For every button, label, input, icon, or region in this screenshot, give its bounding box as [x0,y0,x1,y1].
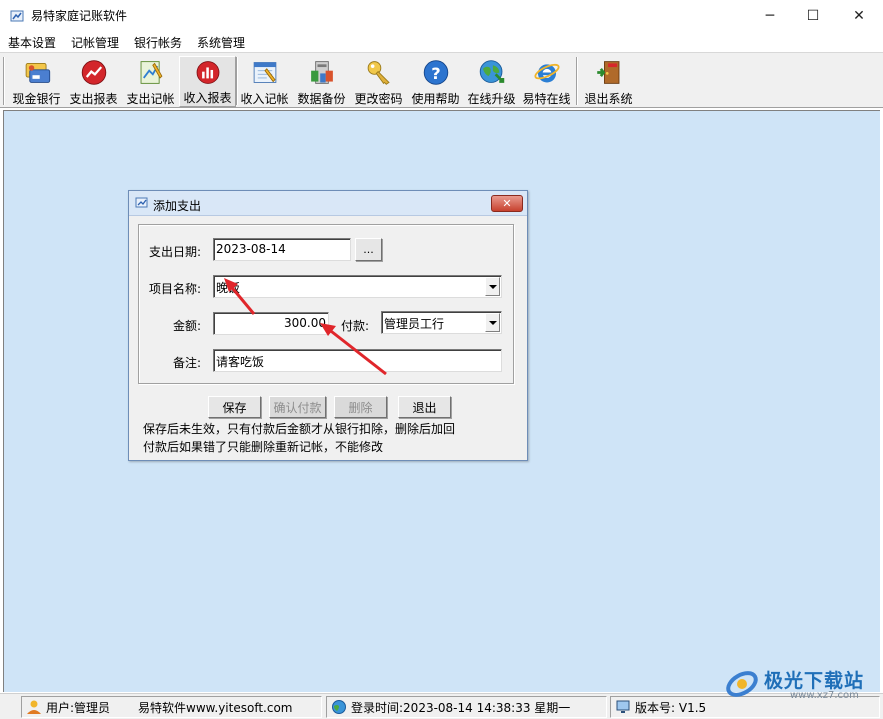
add-expense-dialog: 添加支出 ✕ 支出日期: 2023-08-14 ... 项目名称: 晚饭 金额:… [128,190,528,461]
online-upgrade-icon [479,60,504,83]
menu-bank-accounts[interactable]: 银行帐务 [126,31,189,52]
toolbar-expense-report-button[interactable]: 支出报表 [65,56,122,107]
toolbar-change-password-button[interactable]: 更改密码 [350,56,407,107]
watermark-logo: 极光下载站 www.xz7.com [722,662,878,702]
app-icon [9,8,25,24]
confirm-payment-button[interactable]: 确认付款 [269,396,326,418]
payment-account-combo[interactable]: 管理员工行 [381,311,502,334]
menu-system[interactable]: 系统管理 [189,31,252,52]
toolbar-exit-button[interactable]: 退出系统 [580,56,637,107]
dialog-close-button[interactable]: ✕ [491,195,523,212]
watermark-text: 极光下载站 [764,670,865,692]
date-label: 支出日期: [149,245,202,259]
window-title: 易特家庭记账软件 [31,9,128,23]
item-name-label: 项目名称: [149,282,202,296]
payment-account-value: 管理员工行 [384,317,445,331]
toolbar-separator [3,57,5,105]
toolbar: 现金银行 支出报表 支出记帐 收入报表 收入记帐 数据备份 更改密码 ? 使用帮… [0,52,883,108]
status-version: 版本号: V1.5 [635,700,707,715]
status-login-time: 登录时间:2023-08-14 14:38:33 星期一 [351,700,571,715]
change-password-icon [367,61,390,85]
income-entry-icon [253,62,276,83]
delete-button[interactable]: 删除 [334,396,387,418]
note-line-2: 付款后如果错了只能删除重新记帐，不能修改 [143,440,384,454]
toolbar-expense-entry-button[interactable]: 支出记帐 [122,56,179,107]
close-window-button[interactable]: ✕ [836,0,882,31]
ie-browser-icon [533,63,560,83]
cash-bank-icon [25,62,50,83]
toolbar-help-button[interactable]: ? 使用帮助 [407,56,464,107]
dialog-title-bar: 添加支出 ✕ [129,191,527,216]
memo-label: 备注: [173,356,202,370]
menu-bar: 基本设置 记帐管理 银行帐务 系统管理 [0,31,883,52]
menu-basic-settings[interactable]: 基本设置 [0,31,63,52]
minimize-button[interactable]: ─ [747,0,793,31]
help-icon: ? [423,60,448,85]
expense-entry-icon [140,61,162,84]
exit-icon [596,61,619,84]
user-icon [27,700,41,714]
status-website: 易特软件www.yitesoft.com [138,700,293,715]
expense-report-icon [81,60,106,85]
dialog-title: 添加支出 [153,199,202,213]
chevron-down-icon[interactable] [485,313,500,332]
expense-form-group: 支出日期: 2023-08-14 ... 项目名称: 晚饭 金额: 300.00… [138,224,514,384]
amount-field[interactable]: 300.00 [213,312,329,335]
status-login-panel: 登录时间:2023-08-14 14:38:33 星期一 [326,696,607,718]
chevron-down-icon[interactable] [485,277,500,296]
globe-icon [332,700,346,714]
title-bar: 易特家庭记账软件 ─ ☐ ✕ [0,0,883,31]
watermark-sub: www.xz7.com [790,690,859,701]
status-user: 用户:管理员 [46,700,111,715]
date-picker-button[interactable]: ... [355,238,382,261]
toolbar-data-backup-button[interactable]: 数据备份 [293,56,350,107]
memo-field[interactable]: 请客吃饭 [213,349,502,372]
amount-label: 金额: [173,319,202,333]
save-button[interactable]: 保存 [208,396,261,418]
income-report-icon [196,61,219,84]
toolbar-cash-bank-button[interactable]: 现金银行 [8,56,65,107]
date-field[interactable]: 2023-08-14 [213,238,351,261]
toolbar-separator [576,57,578,105]
toolbar-online-upgrade-button[interactable]: 在线升级 [463,56,520,107]
watermark-logo-icon [726,671,758,697]
item-name-combo[interactable]: 晚饭 [213,275,502,298]
maximize-button[interactable]: ☐ [790,0,836,31]
exit-dialog-button[interactable]: 退出 [398,396,451,418]
toolbar-yite-online-button[interactable]: 易特在线 [518,56,575,107]
data-backup-icon [310,61,333,84]
item-name-value: 晚饭 [216,281,241,295]
toolbar-income-report-button[interactable]: 收入报表 [179,56,236,107]
computer-icon [616,700,630,713]
note-line-1: 保存后未生效，只有付款后金额才从银行扣除，删除后加回 [143,422,456,436]
menu-accounting[interactable]: 记帐管理 [63,31,126,52]
svg-text:?: ? [431,64,440,83]
toolbar-income-entry-button[interactable]: 收入记帐 [236,56,293,107]
payment-label: 付款: [341,319,370,333]
status-user-panel: 用户:管理员 易特软件www.yitesoft.com [21,696,322,718]
dialog-app-icon [135,197,148,208]
